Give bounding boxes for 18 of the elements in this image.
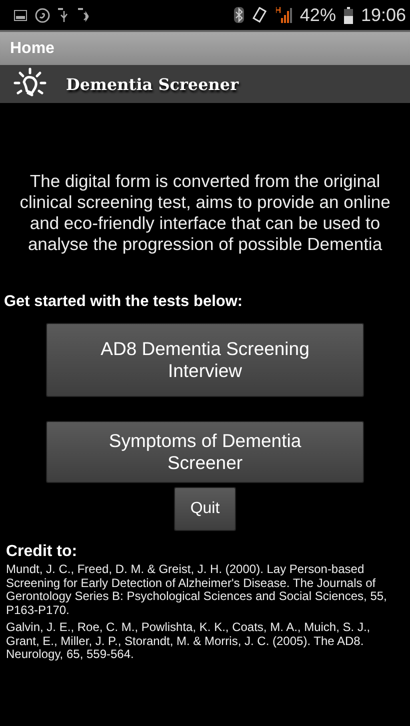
- intro-text: The digital form is converted from the original clinical screening test, aims to provide an online and eco-friendly interface that can be used to analyse the progression of possible Dementia: [18, 171, 392, 255]
- app-title: Dementia Screener: [66, 74, 239, 94]
- prompt-text: Get started with the tests below:: [3, 293, 244, 311]
- swirl-icon: [35, 8, 50, 22]
- rotate-icon: [252, 7, 268, 23]
- signal-icon: [276, 6, 292, 24]
- test-button[interactable]: AD8 Dementia Screening Interview: [46, 323, 364, 397]
- credit-heading: Credit to:: [5, 543, 78, 561]
- quit-button[interactable]: Quit: [174, 487, 236, 531]
- picture-icon: [14, 10, 27, 20]
- usb-icon: [58, 8, 70, 22]
- battery-percentage: 42%: [300, 4, 336, 26]
- reference-text: Mundt, J. C., Freed, D. M. & Greist, J. H. (2000). Lay Person-based Screening for Early Detection of Alzheimer's Disease. The Journals of Gerontology Series B: Psychological Sciences and Social Sciences, 55, P163-P170.: [6, 563, 388, 617]
- clock-time: 19:06: [360, 4, 406, 26]
- test-button[interactable]: Symptoms of Dementia Screener: [46, 421, 364, 483]
- battery-icon: [344, 6, 353, 24]
- home-title: Home: [10, 40, 54, 58]
- reference-text: Galvin, J. E., Roe, C. M., Powlishta, K. K., Coats, M. A., Muich, S. J., Grant, E., Miller, J. P., Storandt, M. & Morris, J. C. (2005). The AD8. Neurology, 65, 559-564.: [6, 621, 372, 662]
